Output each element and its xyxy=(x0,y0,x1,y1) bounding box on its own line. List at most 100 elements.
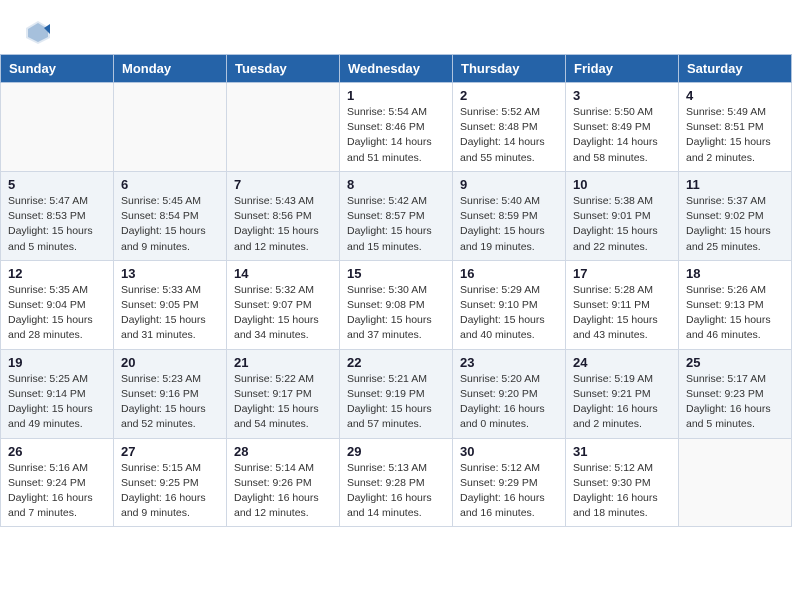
day-number: 5 xyxy=(8,177,106,192)
calendar-cell: 26 Sunrise: 5:16 AMSunset: 9:24 PMDayligh… xyxy=(1,438,114,527)
days-header-row: SundayMondayTuesdayWednesdayThursdayFrid… xyxy=(1,55,792,83)
column-header-saturday: Saturday xyxy=(679,55,792,83)
day-info: Sunrise: 5:45 AMSunset: 8:54 PMDaylight:… xyxy=(121,194,219,255)
day-number: 10 xyxy=(573,177,671,192)
calendar-cell: 28 Sunrise: 5:14 AMSunset: 9:26 PMDayligh… xyxy=(227,438,340,527)
day-info: Sunrise: 5:35 AMSunset: 9:04 PMDaylight:… xyxy=(8,283,106,344)
day-number: 20 xyxy=(121,355,219,370)
day-number: 18 xyxy=(686,266,784,281)
day-number: 26 xyxy=(8,444,106,459)
day-number: 16 xyxy=(460,266,558,281)
day-number: 27 xyxy=(121,444,219,459)
day-number: 30 xyxy=(460,444,558,459)
calendar-cell: 22 Sunrise: 5:21 AMSunset: 9:19 PMDayligh… xyxy=(340,349,453,438)
day-info: Sunrise: 5:52 AMSunset: 8:48 PMDaylight:… xyxy=(460,105,558,166)
week-row-4: 19 Sunrise: 5:25 AMSunset: 9:14 PMDayligh… xyxy=(1,349,792,438)
day-number: 25 xyxy=(686,355,784,370)
calendar-cell: 10 Sunrise: 5:38 AMSunset: 9:01 PMDayligh… xyxy=(566,171,679,260)
day-number: 31 xyxy=(573,444,671,459)
day-number: 23 xyxy=(460,355,558,370)
calendar-cell: 16 Sunrise: 5:29 AMSunset: 9:10 PMDayligh… xyxy=(453,260,566,349)
column-header-monday: Monday xyxy=(114,55,227,83)
day-info: Sunrise: 5:33 AMSunset: 9:05 PMDaylight:… xyxy=(121,283,219,344)
calendar-cell: 20 Sunrise: 5:23 AMSunset: 9:16 PMDayligh… xyxy=(114,349,227,438)
day-info: Sunrise: 5:49 AMSunset: 8:51 PMDaylight:… xyxy=(686,105,784,166)
page-header xyxy=(0,0,792,54)
column-header-friday: Friday xyxy=(566,55,679,83)
calendar-cell: 21 Sunrise: 5:22 AMSunset: 9:17 PMDayligh… xyxy=(227,349,340,438)
day-number: 21 xyxy=(234,355,332,370)
column-header-wednesday: Wednesday xyxy=(340,55,453,83)
calendar-table: SundayMondayTuesdayWednesdayThursdayFrid… xyxy=(0,54,792,527)
calendar-cell xyxy=(227,83,340,172)
day-info: Sunrise: 5:40 AMSunset: 8:59 PMDaylight:… xyxy=(460,194,558,255)
day-info: Sunrise: 5:16 AMSunset: 9:24 PMDaylight:… xyxy=(8,461,106,522)
day-info: Sunrise: 5:22 AMSunset: 9:17 PMDaylight:… xyxy=(234,372,332,433)
day-number: 22 xyxy=(347,355,445,370)
day-info: Sunrise: 5:32 AMSunset: 9:07 PMDaylight:… xyxy=(234,283,332,344)
calendar-cell: 2 Sunrise: 5:52 AMSunset: 8:48 PMDaylight… xyxy=(453,83,566,172)
calendar-cell: 30 Sunrise: 5:12 AMSunset: 9:29 PMDayligh… xyxy=(453,438,566,527)
week-row-3: 12 Sunrise: 5:35 AMSunset: 9:04 PMDayligh… xyxy=(1,260,792,349)
day-info: Sunrise: 5:30 AMSunset: 9:08 PMDaylight:… xyxy=(347,283,445,344)
calendar-cell: 15Sunrise: 5:30 AMSunset: 9:08 PMDayligh… xyxy=(340,260,453,349)
logo xyxy=(24,18,56,46)
calendar-cell: 18 Sunrise: 5:26 AMSunset: 9:13 PMDayligh… xyxy=(679,260,792,349)
calendar-cell: 25 Sunrise: 5:17 AMSunset: 9:23 PMDayligh… xyxy=(679,349,792,438)
day-number: 17 xyxy=(573,266,671,281)
day-info: Sunrise: 5:54 AMSunset: 8:46 PMDaylight:… xyxy=(347,105,445,166)
column-header-tuesday: Tuesday xyxy=(227,55,340,83)
day-info: Sunrise: 5:13 AMSunset: 9:28 PMDaylight:… xyxy=(347,461,445,522)
day-number: 4 xyxy=(686,88,784,103)
calendar-cell: 19 Sunrise: 5:25 AMSunset: 9:14 PMDayligh… xyxy=(1,349,114,438)
day-info: Sunrise: 5:43 AMSunset: 8:56 PMDaylight:… xyxy=(234,194,332,255)
calendar-cell xyxy=(1,83,114,172)
day-info: Sunrise: 5:17 AMSunset: 9:23 PMDaylight:… xyxy=(686,372,784,433)
week-row-5: 26 Sunrise: 5:16 AMSunset: 9:24 PMDayligh… xyxy=(1,438,792,527)
calendar-cell: 11 Sunrise: 5:37 AMSunset: 9:02 PMDayligh… xyxy=(679,171,792,260)
week-row-1: 1Sunrise: 5:54 AMSunset: 8:46 PMDaylight… xyxy=(1,83,792,172)
day-number: 12 xyxy=(8,266,106,281)
day-number: 9 xyxy=(460,177,558,192)
day-info: Sunrise: 5:12 AMSunset: 9:30 PMDaylight:… xyxy=(573,461,671,522)
day-number: 8 xyxy=(347,177,445,192)
column-header-sunday: Sunday xyxy=(1,55,114,83)
day-info: Sunrise: 5:12 AMSunset: 9:29 PMDaylight:… xyxy=(460,461,558,522)
day-info: Sunrise: 5:20 AMSunset: 9:20 PMDaylight:… xyxy=(460,372,558,433)
week-row-2: 5 Sunrise: 5:47 AMSunset: 8:53 PMDaylight… xyxy=(1,171,792,260)
day-number: 7 xyxy=(234,177,332,192)
calendar-cell: 3 Sunrise: 5:50 AMSunset: 8:49 PMDaylight… xyxy=(566,83,679,172)
day-number: 6 xyxy=(121,177,219,192)
day-info: Sunrise: 5:15 AMSunset: 9:25 PMDaylight:… xyxy=(121,461,219,522)
day-info: Sunrise: 5:14 AMSunset: 9:26 PMDaylight:… xyxy=(234,461,332,522)
day-info: Sunrise: 5:28 AMSunset: 9:11 PMDaylight:… xyxy=(573,283,671,344)
calendar-cell xyxy=(114,83,227,172)
calendar-cell: 31 Sunrise: 5:12 AMSunset: 9:30 PMDayligh… xyxy=(566,438,679,527)
day-number: 28 xyxy=(234,444,332,459)
day-number: 11 xyxy=(686,177,784,192)
day-number: 3 xyxy=(573,88,671,103)
generalblue-logo-icon xyxy=(24,18,52,46)
calendar-cell: 14Sunrise: 5:32 AMSunset: 9:07 PMDayligh… xyxy=(227,260,340,349)
day-info: Sunrise: 5:25 AMSunset: 9:14 PMDaylight:… xyxy=(8,372,106,433)
day-info: Sunrise: 5:50 AMSunset: 8:49 PMDaylight:… xyxy=(573,105,671,166)
day-info: Sunrise: 5:38 AMSunset: 9:01 PMDaylight:… xyxy=(573,194,671,255)
day-number: 2 xyxy=(460,88,558,103)
calendar-cell: 1Sunrise: 5:54 AMSunset: 8:46 PMDaylight… xyxy=(340,83,453,172)
calendar-cell: 8 Sunrise: 5:42 AMSunset: 8:57 PMDaylight… xyxy=(340,171,453,260)
day-number: 24 xyxy=(573,355,671,370)
calendar-cell: 23 Sunrise: 5:20 AMSunset: 9:20 PMDayligh… xyxy=(453,349,566,438)
day-info: Sunrise: 5:23 AMSunset: 9:16 PMDaylight:… xyxy=(121,372,219,433)
day-info: Sunrise: 5:42 AMSunset: 8:57 PMDaylight:… xyxy=(347,194,445,255)
calendar-cell: 4 Sunrise: 5:49 AMSunset: 8:51 PMDaylight… xyxy=(679,83,792,172)
day-number: 13 xyxy=(121,266,219,281)
day-info: Sunrise: 5:37 AMSunset: 9:02 PMDaylight:… xyxy=(686,194,784,255)
day-info: Sunrise: 5:29 AMSunset: 9:10 PMDaylight:… xyxy=(460,283,558,344)
day-info: Sunrise: 5:21 AMSunset: 9:19 PMDaylight:… xyxy=(347,372,445,433)
calendar-cell: 12 Sunrise: 5:35 AMSunset: 9:04 PMDayligh… xyxy=(1,260,114,349)
day-number: 19 xyxy=(8,355,106,370)
day-info: Sunrise: 5:47 AMSunset: 8:53 PMDaylight:… xyxy=(8,194,106,255)
day-info: Sunrise: 5:26 AMSunset: 9:13 PMDaylight:… xyxy=(686,283,784,344)
calendar-cell: 5 Sunrise: 5:47 AMSunset: 8:53 PMDaylight… xyxy=(1,171,114,260)
calendar-cell: 7 Sunrise: 5:43 AMSunset: 8:56 PMDaylight… xyxy=(227,171,340,260)
